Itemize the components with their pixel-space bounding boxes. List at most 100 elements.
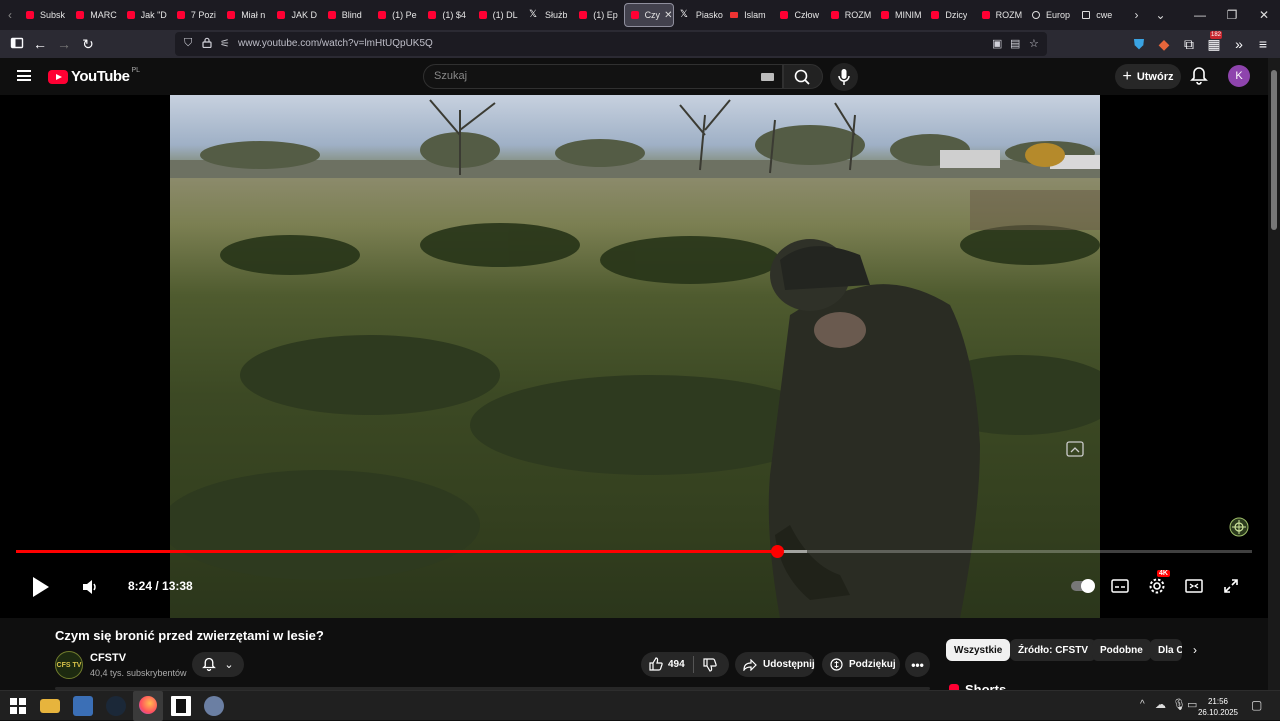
tracking-protection-icon[interactable]: ⛉ <box>184 37 192 50</box>
create-button[interactable]: + Utwórz <box>1115 64 1181 89</box>
browser-tab[interactable]: (1) Ep <box>573 3 623 27</box>
bookmark-star-icon[interactable]: ☆ <box>1029 37 1039 50</box>
more-actions-button[interactable]: ••• <box>905 652 930 677</box>
youtube-icon <box>630 11 639 19</box>
theater-mode-button[interactable] <box>1185 578 1203 599</box>
browser-tab[interactable]: cwe <box>1076 3 1126 27</box>
channel-watermark-icon[interactable] <box>1229 517 1249 542</box>
browser-tab[interactable]: 7 Pozi <box>171 3 221 27</box>
play-button[interactable] <box>31 576 51 603</box>
browser-tab[interactable]: Czy ✕ <box>623 3 674 27</box>
browser-tab[interactable]: 𝕏 Piasko <box>674 3 724 27</box>
os-taskbar: ^ ☁ 🎙 ▭ 21:56 26.10.2025 ▢ <box>0 690 1280 721</box>
thanks-button[interactable]: Podziękuj <box>822 652 900 677</box>
close-tab-icon[interactable]: ✕ <box>664 10 672 21</box>
restore-icon[interactable]: ❐ <box>1216 0 1248 30</box>
volume-button[interactable] <box>81 578 99 601</box>
channel-avatar[interactable]: CFS TV <box>55 651 83 679</box>
keyboard-icon[interactable] <box>761 73 774 81</box>
browser-tab[interactable]: (1) DL <box>473 3 523 27</box>
microphone-tray-icon[interactable]: 🎙 <box>1172 698 1186 711</box>
app-menu-icon[interactable]: ≡ <box>1255 36 1271 52</box>
scrollbar-thumb[interactable] <box>1271 70 1277 230</box>
tray-overflow-icon[interactable]: ^ <box>1140 699 1145 710</box>
close-window-icon[interactable]: ✕ <box>1248 0 1280 30</box>
browser-tab[interactable]: Subsk <box>20 3 70 27</box>
thanks-label: Podziękuj <box>849 659 896 670</box>
subtitles-icon <box>1111 579 1129 593</box>
chip-for-you[interactable]: Dla C <box>1150 639 1182 661</box>
minimize-icon[interactable]: — <box>1184 0 1216 30</box>
browser-tab[interactable]: ROZM <box>825 3 875 27</box>
chip-all[interactable]: Wszystkie <box>946 639 1011 661</box>
search-input[interactable] <box>434 70 734 82</box>
overflow-chevron-icon[interactable]: » <box>1231 36 1247 52</box>
browser-tab[interactable]: Blind <box>322 3 372 27</box>
steam-icon[interactable] <box>106 696 126 716</box>
system-clock[interactable]: 21:56 26.10.2025 <box>1196 696 1240 718</box>
voice-search-button[interactable] <box>830 63 858 91</box>
windows-start-icon[interactable] <box>8 696 28 716</box>
subtitles-button[interactable] <box>1111 578 1129 599</box>
browser-tab[interactable]: Miał n <box>221 3 271 27</box>
settings-button[interactable] <box>1148 577 1166 600</box>
app-icon[interactable] <box>204 696 224 716</box>
reload-icon[interactable]: ↻ <box>80 36 96 52</box>
browser-tab[interactable]: Islam <box>724 3 774 27</box>
notification-settings-button[interactable]: ⌄ <box>192 652 244 677</box>
file-explorer-icon[interactable] <box>40 699 60 713</box>
share-button[interactable]: Udostępnij <box>735 652 815 677</box>
notion-icon[interactable] <box>171 696 191 716</box>
channel-name[interactable]: CFSTV <box>90 652 126 664</box>
browser-tab[interactable]: JAK D <box>271 3 321 27</box>
permissions-icon[interactable]: ⚟ <box>220 37 230 50</box>
like-button[interactable] <box>649 657 663 674</box>
browser-tab[interactable]: 𝕏 Służb <box>523 3 573 27</box>
chip-related[interactable]: Podobne <box>1092 639 1151 661</box>
reader-view-icon[interactable]: ▤ <box>1010 37 1020 50</box>
browser-tab[interactable]: Jak "D <box>121 3 171 27</box>
browser-tab[interactable]: (1) Pe <box>372 3 422 27</box>
container-extension-icon[interactable]: ▦ 182 <box>1206 31 1223 52</box>
youtube-icon <box>579 11 588 19</box>
browser-tab[interactable]: Człow <box>774 3 824 27</box>
extensions-puzzle-icon[interactable]: ⧉ <box>1181 36 1197 52</box>
fullscreen-button[interactable] <box>1223 578 1239 599</box>
page-scrollbar[interactable] <box>1268 58 1280 690</box>
notifications-center-icon[interactable]: ▢ <box>1251 698 1262 712</box>
lock-icon[interactable] <box>202 37 212 51</box>
remote-desktop-icon[interactable] <box>73 696 93 716</box>
browser-tab[interactable]: Europ <box>1026 3 1076 27</box>
chip-from-channel[interactable]: Źródło: CFSTV <box>1010 639 1096 661</box>
search-button[interactable] <box>783 64 823 89</box>
onedrive-icon[interactable]: ☁ <box>1155 698 1166 711</box>
picture-in-picture-icon[interactable]: ▣ <box>992 37 1002 50</box>
video-frame[interactable] <box>170 95 1100 618</box>
back-icon[interactable]: ← <box>32 36 48 52</box>
account-avatar[interactable]: K <box>1228 65 1250 87</box>
address-bar[interactable]: ⛉ ⚟ www.youtube.com/watch?v=lmHtUQpUK5Q … <box>175 32 1047 56</box>
browser-tab[interactable]: Dzicy <box>925 3 975 27</box>
shield-extension-icon[interactable]: ⛊ <box>1131 36 1147 52</box>
browser-tab[interactable]: ROZM <box>976 3 1026 27</box>
sidebar-toggle-icon[interactable] <box>9 36 25 52</box>
browser-tab[interactable]: MARC <box>70 3 120 27</box>
forward-icon[interactable]: → <box>56 36 72 52</box>
firefox-extension-icon[interactable]: ◆ <box>1156 36 1172 52</box>
progress-scrubber[interactable] <box>770 545 784 558</box>
tab-scroll-right-icon[interactable]: › <box>1127 8 1147 22</box>
youtube-logo[interactable]: YouTube PL <box>48 67 140 85</box>
video-player[interactable]: 8:24 / 13:38 4K <box>0 95 1268 618</box>
tab-scroll-left-icon[interactable]: ‹ <box>0 8 20 22</box>
tab-list-dropdown-icon[interactable]: ⌄ <box>1151 8 1171 22</box>
chips-next-icon[interactable]: › <box>1193 643 1197 657</box>
notifications-bell-icon[interactable] <box>1190 66 1208 86</box>
firefox-taskbar-active[interactable] <box>133 691 163 721</box>
autoplay-toggle[interactable] <box>1071 579 1095 593</box>
browser-tab[interactable]: (1) $4 <box>422 3 472 27</box>
progress-bar[interactable] <box>16 545 1252 558</box>
dislike-button[interactable] <box>703 658 717 675</box>
share-overlay-icon[interactable] <box>1066 441 1084 462</box>
menu-hamburger-icon[interactable] <box>17 70 31 81</box>
browser-tab[interactable]: MINIM <box>875 3 925 27</box>
